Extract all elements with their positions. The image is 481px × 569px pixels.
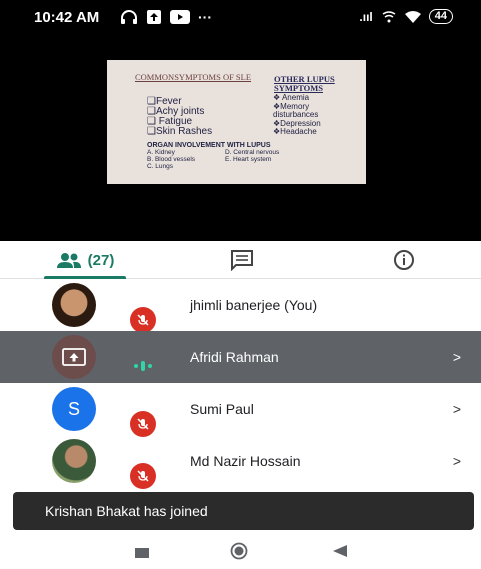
organ-item: A. Kidney (147, 149, 175, 156)
status-icons-left: ··· (120, 9, 212, 25)
system-nav-bar (0, 531, 481, 569)
slide-heading-other: OTHER LUPUS SYMPTOMS (274, 74, 335, 93)
participant-name: Afridi Rahman (190, 349, 279, 365)
meeting-tabs: (27) (0, 241, 481, 279)
chevron-right-icon[interactable]: > (453, 349, 461, 365)
home-button[interactable] (230, 542, 248, 565)
organ-heading: ORGAN INVOLVEMENT WITH LUPUS (147, 142, 271, 149)
vibrate-icon (382, 10, 396, 22)
chevron-right-icon[interactable]: > (453, 453, 461, 469)
tab-people[interactable]: (27) (40, 241, 130, 279)
status-time: 10:42 AM (34, 9, 100, 26)
screen-share-avatar (52, 335, 96, 379)
participant-row[interactable]: S Sumi Paul > (0, 383, 481, 437)
participant-name: jhimli banerjee (You) (190, 297, 318, 313)
participant-row[interactable]: Afridi Rahman > (0, 331, 481, 383)
organ-item: D. Central nervous (225, 149, 280, 156)
square-icon (135, 548, 149, 558)
join-toast: Krishan Bhakat has joined (13, 492, 474, 530)
participant-row[interactable]: Md Nazir Hossain > (0, 435, 481, 489)
back-button[interactable] (333, 544, 347, 562)
organ-item: C. Lungs (147, 163, 174, 170)
info-icon (394, 250, 414, 270)
youtube-icon (170, 10, 190, 24)
upload-notification-icon (147, 10, 161, 24)
symptom-item: ❖Headache (273, 127, 317, 136)
avatar: S (52, 387, 96, 431)
organ-item (225, 163, 315, 170)
toast-message: Krishan Bhakat has joined (45, 503, 208, 519)
tab-info[interactable] (384, 241, 424, 279)
signal-icon: .ııl (359, 9, 373, 24)
slide-heading-common: COMMONSYMPTOMS OF SLE (135, 72, 252, 82)
organ-item: B. Blood vessels (147, 156, 196, 163)
back-triangle-icon (333, 545, 347, 557)
more-notifications: ··· (198, 9, 212, 25)
chevron-right-icon[interactable]: > (453, 401, 461, 417)
avatar (52, 439, 96, 483)
present-screen-icon (62, 348, 86, 366)
other-symptoms-list: ❖ Anemia ❖Memory disturbances ❖Depressio… (273, 93, 321, 137)
wifi-icon (404, 10, 421, 23)
avatar-initial: S (67, 398, 80, 419)
common-symptoms-list: ❑Fever ❑Achy joints ❑ Fatigue ❑Skin Rash… (147, 97, 212, 137)
participant-name: Md Nazir Hossain (190, 453, 301, 469)
status-icons-right: .ııl 44 (359, 9, 453, 24)
chat-icon (231, 250, 253, 271)
organ-item: E. Heart system (225, 156, 272, 163)
symptom-item: ❑Skin Rashes (147, 126, 213, 137)
mic-off-icon (130, 307, 156, 333)
mic-off-icon (130, 411, 156, 437)
recents-button[interactable] (135, 545, 149, 563)
people-count: (27) (87, 251, 115, 269)
mic-off-icon (130, 463, 156, 489)
speaking-indicator (134, 361, 152, 371)
participant-row[interactable]: jhimli banerjee (You) (0, 279, 481, 333)
organ-list: A. Kidney D. Central nervous B. Blood ve… (147, 149, 315, 170)
status-bar: 10:42 AM ··· .ııl 44 (0, 0, 481, 34)
avatar (52, 283, 96, 327)
video-area[interactable]: 10:42 AM ··· .ııl 44 COMMONSYMPTOMS OF S… (0, 0, 481, 241)
presentation-slide: COMMONSYMPTOMS OF SLE OTHER LUPUS SYMPTO… (107, 60, 366, 184)
tab-chat[interactable] (222, 241, 262, 279)
battery-indicator: 44 (428, 9, 453, 24)
home-circle-icon (230, 542, 248, 560)
participant-name: Sumi Paul (190, 401, 254, 417)
people-icon (56, 253, 81, 268)
headphones-icon (121, 10, 137, 24)
participant-list: jhimli banerjee (You) Afridi Rahman > S … (0, 279, 481, 489)
